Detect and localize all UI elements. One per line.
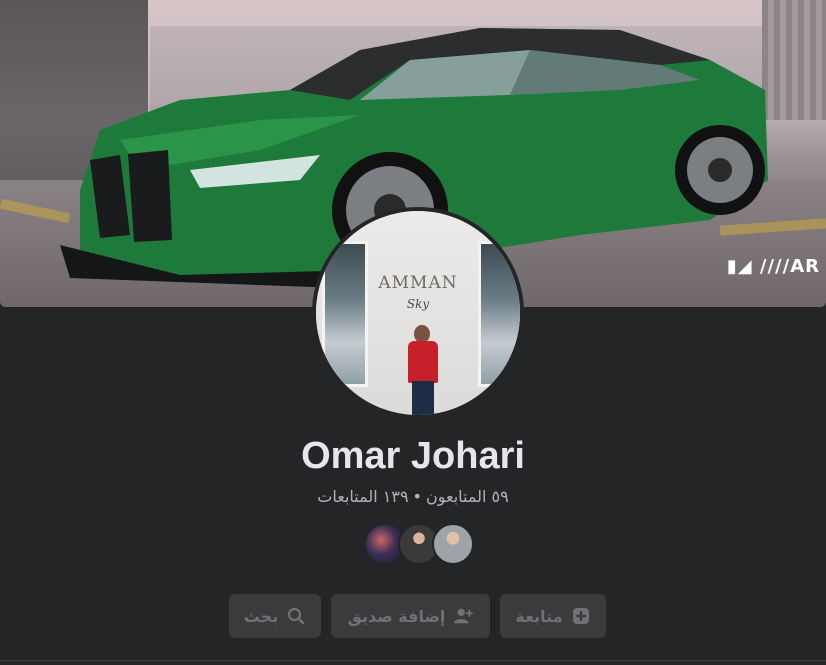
follow-button[interactable]: متابعة xyxy=(500,594,606,638)
profile-stats: ٥٩ المتابعون•١٣٩ المتابعات xyxy=(0,485,826,509)
follow-label: متابعة xyxy=(515,606,563,626)
follow-icon xyxy=(571,606,591,626)
avatar-person-legs xyxy=(412,381,434,415)
avatar-person-body xyxy=(408,341,438,383)
profile-avatar[interactable]: AMMAN Sky xyxy=(312,207,524,419)
following-count[interactable]: ١٣٩ المتابعات xyxy=(317,487,408,506)
avatar-art-panel xyxy=(478,241,520,387)
followers-count[interactable]: ٥٩ المتابعون xyxy=(426,487,509,506)
profile-actions: متابعة إضافة صديق بحث xyxy=(0,594,826,638)
avatar-sign-subtext: Sky xyxy=(406,297,430,311)
add-friend-button[interactable]: إضافة صديق xyxy=(331,594,490,638)
search-label: بحث xyxy=(243,606,279,626)
profile-page: ▮◢ ////AR AMMAN Sky Omar Johari ٥٩ المتا… xyxy=(0,0,826,665)
section-divider xyxy=(0,660,826,661)
search-button[interactable]: بحث xyxy=(229,594,321,638)
add-friend-label: إضافة صديق xyxy=(347,606,446,626)
cover-building xyxy=(762,0,826,120)
search-icon xyxy=(286,606,306,626)
brand-logo-strip: ▮◢ ////AR xyxy=(726,256,820,277)
stats-separator: • xyxy=(412,487,422,506)
friend-avatar[interactable] xyxy=(432,523,474,565)
avatar-sign-text: AMMAN xyxy=(378,273,458,293)
avatar-art-panel xyxy=(322,241,368,387)
mutual-friends xyxy=(364,523,476,565)
add-friend-icon xyxy=(453,606,474,626)
profile-name: Omar Johari xyxy=(301,435,525,477)
